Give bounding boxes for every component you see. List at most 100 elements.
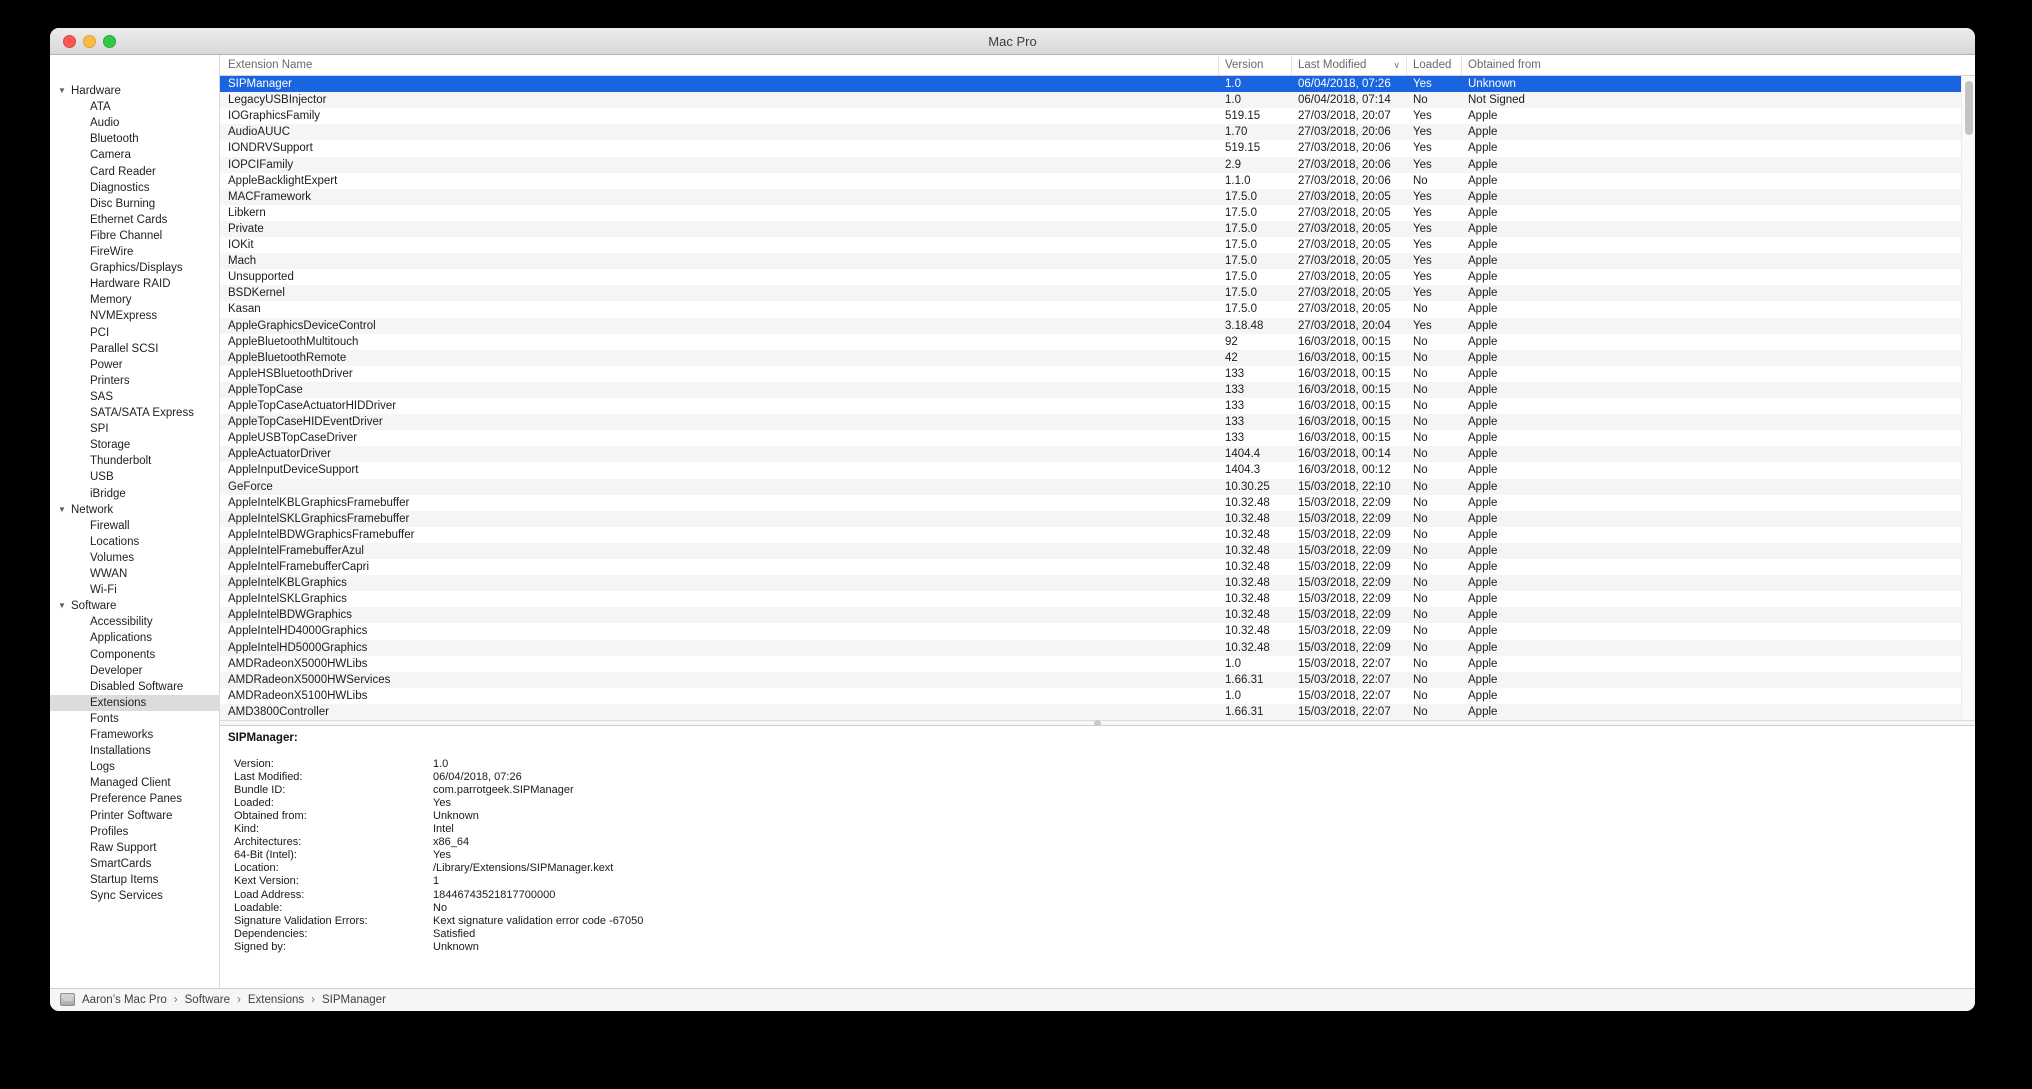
table-row[interactable]: MACFramework17.5.027/03/2018, 20:05YesAp…	[220, 189, 1961, 205]
sidebar-item-usb[interactable]: USB	[50, 469, 220, 485]
sidebar-item-disc-burning[interactable]: Disc Burning	[50, 196, 220, 212]
disclosure-triangle-icon[interactable]: ▼	[58, 83, 66, 99]
table-row[interactable]: AppleTopCaseActuatorHIDDriver13316/03/20…	[220, 398, 1961, 414]
sidebar-item-smartcards[interactable]: SmartCards	[50, 856, 220, 872]
table-row[interactable]: AMDRadeonX5000HWLibs1.015/03/2018, 22:07…	[220, 656, 1961, 672]
sidebar-item-developer[interactable]: Developer	[50, 663, 220, 679]
sidebar-item-sata-sata-express[interactable]: SATA/SATA Express	[50, 405, 220, 421]
table-row[interactable]: AudioAUUC1.7027/03/2018, 20:06YesApple	[220, 124, 1961, 140]
table-row[interactable]: AMDRadeonX5100HWLibs1.015/03/2018, 22:07…	[220, 688, 1961, 704]
sidebar-item-card-reader[interactable]: Card Reader	[50, 164, 220, 180]
table-row[interactable]: Mach17.5.027/03/2018, 20:05YesApple	[220, 253, 1961, 269]
table-row[interactable]: AppleIntelFramebufferCapri10.32.4815/03/…	[220, 559, 1961, 575]
disclosure-triangle-icon[interactable]: ▼	[58, 598, 66, 614]
table-row[interactable]: AppleBluetoothMultitouch9216/03/2018, 00…	[220, 334, 1961, 350]
table-row[interactable]: AppleInputDeviceSupport1404.316/03/2018,…	[220, 462, 1961, 478]
sidebar-item-locations[interactable]: Locations	[50, 534, 220, 550]
sidebar-item-printer-software[interactable]: Printer Software	[50, 808, 220, 824]
table-row[interactable]: IONDRVSupport519.1527/03/2018, 20:06YesA…	[220, 140, 1961, 156]
table-row[interactable]: GeForce10.30.2515/03/2018, 22:10NoApple	[220, 479, 1961, 495]
table-row[interactable]: Libkern17.5.027/03/2018, 20:05YesApple	[220, 205, 1961, 221]
table-row[interactable]: Unsupported17.5.027/03/2018, 20:05YesApp…	[220, 269, 1961, 285]
table-row[interactable]: Private17.5.027/03/2018, 20:05YesApple	[220, 221, 1961, 237]
table-row[interactable]: AppleGraphicsDeviceControl3.18.4827/03/2…	[220, 318, 1961, 334]
table-row[interactable]: BSDKernel17.5.027/03/2018, 20:05YesApple	[220, 285, 1961, 301]
sidebar-item-audio[interactable]: Audio	[50, 115, 220, 131]
vertical-scrollbar[interactable]	[1961, 76, 1975, 720]
sidebar-item-camera[interactable]: Camera	[50, 147, 220, 163]
table-row[interactable]: AppleIntelKBLGraphics10.32.4815/03/2018,…	[220, 575, 1961, 591]
table-row[interactable]: SIPManager1.006/04/2018, 07:26YesUnknown	[220, 76, 1961, 92]
sidebar-item-graphics-displays[interactable]: Graphics/Displays	[50, 260, 220, 276]
table-row[interactable]: AppleIntelFramebufferAzul10.32.4815/03/2…	[220, 543, 1961, 559]
sidebar-item-profiles[interactable]: Profiles	[50, 824, 220, 840]
sidebar-item-startup-items[interactable]: Startup Items	[50, 872, 220, 888]
sidebar-item-memory[interactable]: Memory	[50, 292, 220, 308]
column-header-version[interactable]: Version	[1219, 55, 1292, 75]
column-header-last-modified[interactable]: Last Modified∨	[1292, 55, 1407, 75]
sidebar-item-wwan[interactable]: WWAN	[50, 566, 220, 582]
sidebar-item-spi[interactable]: SPI	[50, 421, 220, 437]
table-row[interactable]: AppleUSBTopCaseDriver13316/03/2018, 00:1…	[220, 430, 1961, 446]
table-row[interactable]: AppleIntelKBLGraphicsFramebuffer10.32.48…	[220, 495, 1961, 511]
sidebar-item-sync-services[interactable]: Sync Services	[50, 888, 220, 904]
sidebar-item-pci[interactable]: PCI	[50, 325, 220, 341]
sidebar-item-volumes[interactable]: Volumes	[50, 550, 220, 566]
table-row[interactable]: AppleIntelSKLGraphics10.32.4815/03/2018,…	[220, 591, 1961, 607]
table-row[interactable]: AppleHSBluetoothDriver13316/03/2018, 00:…	[220, 366, 1961, 382]
sidebar-item-bluetooth[interactable]: Bluetooth	[50, 131, 220, 147]
table-row[interactable]: Kasan17.5.027/03/2018, 20:05NoApple	[220, 301, 1961, 317]
sidebar-item-ethernet-cards[interactable]: Ethernet Cards	[50, 212, 220, 228]
sidebar-item-storage[interactable]: Storage	[50, 437, 220, 453]
sidebar-item-firewire[interactable]: FireWire	[50, 244, 220, 260]
sidebar-item-printers[interactable]: Printers	[50, 373, 220, 389]
sidebar-item-disabled-software[interactable]: Disabled Software	[50, 679, 220, 695]
sidebar-item-extensions[interactable]: Extensions	[50, 695, 220, 711]
column-header-obtained-from[interactable]: Obtained from	[1462, 55, 1975, 75]
sidebar-item-applications[interactable]: Applications	[50, 630, 220, 646]
table-row[interactable]: AppleBacklightExpert1.1.027/03/2018, 20:…	[220, 173, 1961, 189]
sidebar-item-fonts[interactable]: Fonts	[50, 711, 220, 727]
sidebar-item-logs[interactable]: Logs	[50, 759, 220, 775]
table-row[interactable]: AppleIntelBDWGraphics10.32.4815/03/2018,…	[220, 607, 1961, 623]
table-row[interactable]: AppleActuatorDriver1404.416/03/2018, 00:…	[220, 446, 1961, 462]
sidebar-item-managed-client[interactable]: Managed Client	[50, 775, 220, 791]
sidebar-group-network[interactable]: ▼Network	[50, 502, 220, 518]
sidebar-item-ibridge[interactable]: iBridge	[50, 486, 220, 502]
sidebar-item-wi-fi[interactable]: Wi-Fi	[50, 582, 220, 598]
table-row[interactable]: AppleIntelHD5000Graphics10.32.4815/03/20…	[220, 640, 1961, 656]
sidebar-group-hardware[interactable]: ▼Hardware	[50, 83, 220, 99]
sidebar-item-thunderbolt[interactable]: Thunderbolt	[50, 453, 220, 469]
sidebar-item-nvmexpress[interactable]: NVMExpress	[50, 308, 220, 324]
table-row[interactable]: IOGraphicsFamily519.1527/03/2018, 20:07Y…	[220, 108, 1961, 124]
sidebar-item-ata[interactable]: ATA	[50, 99, 220, 115]
table-row[interactable]: AppleIntelBDWGraphicsFramebuffer10.32.48…	[220, 527, 1961, 543]
table-row[interactable]: AppleTopCase13316/03/2018, 00:15NoApple	[220, 382, 1961, 398]
table-row[interactable]: AppleIntelSKLGraphicsFramebuffer10.32.48…	[220, 511, 1961, 527]
table-row[interactable]: AMDRadeonX5000HWServices1.66.3115/03/201…	[220, 672, 1961, 688]
sidebar-item-components[interactable]: Components	[50, 647, 220, 663]
sidebar-item-power[interactable]: Power	[50, 357, 220, 373]
sidebar-item-accessibility[interactable]: Accessibility	[50, 614, 220, 630]
sidebar-item-preference-panes[interactable]: Preference Panes	[50, 791, 220, 807]
sidebar-item-firewall[interactable]: Firewall	[50, 518, 220, 534]
sidebar-item-fibre-channel[interactable]: Fibre Channel	[50, 228, 220, 244]
table-row[interactable]: LegacyUSBInjector1.006/04/2018, 07:14NoN…	[220, 92, 1961, 108]
table-row[interactable]: IOPCIFamily2.927/03/2018, 20:06YesApple	[220, 157, 1961, 173]
sidebar-item-diagnostics[interactable]: Diagnostics	[50, 180, 220, 196]
sidebar-item-parallel-scsi[interactable]: Parallel SCSI	[50, 341, 220, 357]
sidebar-item-hardware-raid[interactable]: Hardware RAID	[50, 276, 220, 292]
table-row[interactable]: AppleIntelHD4000Graphics10.32.4815/03/20…	[220, 623, 1961, 639]
scrollbar-thumb[interactable]	[1965, 81, 1973, 135]
sidebar-item-installations[interactable]: Installations	[50, 743, 220, 759]
column-header-extension-name[interactable]: Extension Name	[220, 55, 1219, 75]
table-row[interactable]: AMD3800Controller1.66.3115/03/2018, 22:0…	[220, 704, 1961, 720]
disclosure-triangle-icon[interactable]: ▼	[58, 502, 66, 518]
sidebar-group-software[interactable]: ▼Software	[50, 598, 220, 614]
sidebar-item-raw-support[interactable]: Raw Support	[50, 840, 220, 856]
table-row[interactable]: AppleTopCaseHIDEventDriver13316/03/2018,…	[220, 414, 1961, 430]
sidebar-item-sas[interactable]: SAS	[50, 389, 220, 405]
table-row[interactable]: IOKit17.5.027/03/2018, 20:05YesApple	[220, 237, 1961, 253]
sidebar-item-frameworks[interactable]: Frameworks	[50, 727, 220, 743]
column-header-loaded[interactable]: Loaded	[1407, 55, 1462, 75]
